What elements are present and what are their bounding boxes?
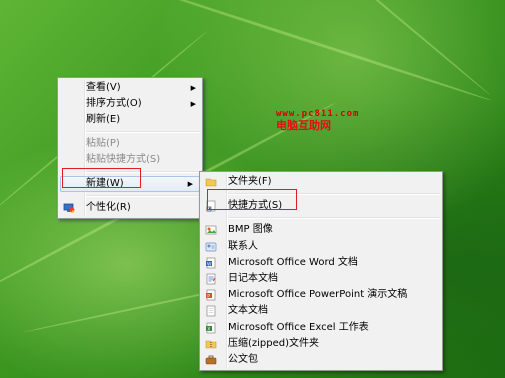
menu-item-label: 公文包	[228, 353, 258, 365]
menu-item-new[interactable]: 新建(W) ▶	[60, 176, 200, 192]
submenu-arrow-icon: ▶	[187, 180, 193, 188]
journal-document-icon	[206, 273, 216, 285]
menu-item-label: BMP 图像	[228, 224, 273, 236]
new-item-zip-folder[interactable]: 压缩(zipped)文件夹	[200, 336, 442, 352]
new-item-shortcut[interactable]: 快捷方式(S)	[200, 198, 442, 214]
contact-icon	[205, 242, 217, 251]
menu-item-sort-by[interactable]: 排序方式(O) ▶	[58, 96, 202, 112]
leaf-vein	[289, 0, 491, 96]
menu-item-label: 日记本文档	[228, 272, 278, 284]
new-item-briefcase[interactable]: 公文包	[200, 352, 442, 368]
word-document-icon: W	[206, 257, 216, 269]
menu-item-label: Microsoft Office Word 文档	[228, 256, 358, 268]
watermark: www.pc811.com 电脑互助网	[276, 108, 359, 132]
menu-item-label: 文本文档	[228, 305, 268, 317]
submenu-arrow-icon: ▶	[190, 84, 196, 92]
menu-separator	[228, 193, 440, 196]
new-item-contact[interactable]: 联系人	[200, 239, 442, 255]
menu-item-label: 个性化(R)	[86, 202, 131, 213]
menu-item-label: Microsoft Office PowerPoint 演示文稿	[228, 289, 408, 301]
svg-text:X: X	[207, 326, 210, 332]
excel-worksheet-icon: X	[206, 322, 216, 333]
menu-item-label: 排序方式(O)	[86, 98, 142, 109]
personalize-icon	[63, 203, 75, 213]
menu-item-label: 新建(W)	[86, 178, 124, 189]
menu-item-paste-shortcut: 粘贴快捷方式(S)	[58, 152, 202, 168]
new-item-folder[interactable]: 文件夹(F)	[200, 174, 442, 190]
menu-item-label: 压缩(zipped)文件夹	[228, 337, 320, 349]
menu-separator	[86, 131, 200, 133]
menu-item-paste: 粘贴(P)	[58, 136, 202, 152]
new-item-journal-document[interactable]: 日记本文档	[200, 271, 442, 287]
menu-item-label: 粘贴快捷方式(S)	[86, 154, 161, 165]
watermark-site-name: 电脑互助网	[276, 119, 331, 132]
menu-item-label: 刷新(E)	[86, 114, 121, 125]
text-document-icon	[206, 305, 216, 317]
menu-item-label: 联系人	[228, 240, 258, 252]
new-item-excel-worksheet[interactable]: X Microsoft Office Excel 工作表	[200, 320, 442, 336]
menu-item-label: 粘贴(P)	[86, 138, 120, 149]
menu-item-label: 快捷方式(S)	[228, 200, 283, 212]
menu-item-label: 查看(V)	[86, 82, 121, 93]
menu-item-refresh[interactable]: 刷新(E)	[58, 112, 202, 128]
menu-item-label: Microsoft Office Excel 工作表	[228, 321, 369, 333]
submenu-arrow-icon: ▶	[190, 100, 196, 108]
svg-text:W: W	[207, 261, 212, 267]
menu-separator	[86, 171, 200, 173]
desktop-context-menu: 查看(V) ▶ 排序方式(O) ▶ 刷新(E) 粘贴(P) 粘贴快捷方式(S) …	[57, 77, 203, 219]
powerpoint-presentation-icon: P	[206, 289, 216, 301]
folder-icon	[205, 178, 217, 187]
bitmap-image-icon	[205, 226, 217, 235]
new-submenu: 文件夹(F) 快捷方式(S) BMP 图像 联系人 W Microsoft Of…	[199, 171, 443, 372]
menu-item-personalize[interactable]: 个性化(R)	[58, 200, 202, 216]
shortcut-icon	[206, 200, 216, 212]
svg-text:P: P	[207, 293, 210, 299]
new-item-bmp-image[interactable]: BMP 图像	[200, 222, 442, 238]
menu-separator	[228, 217, 440, 220]
new-item-powerpoint-presentation[interactable]: P Microsoft Office PowerPoint 演示文稿	[200, 287, 442, 303]
new-item-word-document[interactable]: W Microsoft Office Word 文档	[200, 255, 442, 271]
new-item-text-document[interactable]: 文本文档	[200, 303, 442, 319]
menu-item-label: 文件夹(F)	[228, 176, 272, 187]
menu-separator	[86, 195, 200, 197]
menu-item-view[interactable]: 查看(V) ▶	[58, 80, 202, 96]
briefcase-icon	[205, 355, 217, 365]
zip-folder-icon	[205, 340, 217, 348]
